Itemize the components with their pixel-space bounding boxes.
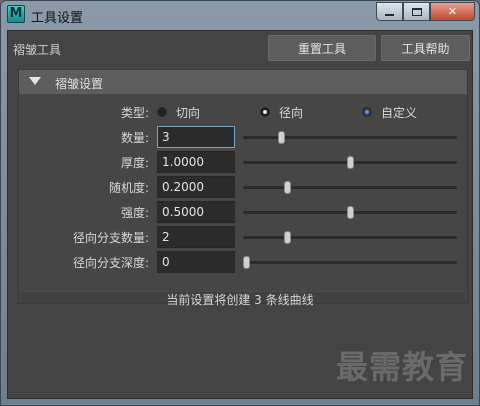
minimize-button[interactable] [376, 2, 403, 21]
window-title: 工具设置 [31, 11, 84, 26]
param-label: 径向分支数量: [72, 231, 149, 245]
param-label: 径向分支深度: [72, 256, 149, 270]
type-row: 类型: 切向 径向 自定义 [19, 100, 467, 124]
radial-branch-count-field[interactable]: 2 [157, 226, 235, 248]
param-row-randomness: 随机度: 0.2000 [19, 175, 467, 199]
radio-label: 切向 [176, 105, 201, 120]
param-row-radial-branch-count: 径向分支数量: 2 [19, 225, 467, 249]
param-label: 厚度: [120, 156, 149, 170]
thickness-slider-handle[interactable] [346, 156, 354, 169]
maximize-icon [411, 7, 422, 16]
radial-branch-depth-slider-track[interactable] [243, 261, 457, 264]
minimize-icon [385, 14, 394, 16]
close-button[interactable]: ✕ [430, 2, 475, 21]
randomness-slider-handle[interactable] [284, 181, 292, 194]
reset-tool-button[interactable]: 重置工具 [268, 35, 376, 61]
radio-label: 径向 [279, 105, 304, 120]
radio-icon [362, 107, 372, 117]
radio-radial[interactable]: 径向 [260, 103, 303, 121]
intensity-field[interactable]: 0.5000 [157, 201, 235, 223]
status-text: 当前设置将创建 3 条线曲线 [166, 293, 314, 307]
param-row-radial-branch-depth: 径向分支深度: 0 [19, 250, 467, 274]
radial-branch-count-slider-track[interactable] [243, 236, 457, 239]
tool-settings-window: M 工具设置 ✕ 褶皱工具 重置工具 工具帮助 褶皱设置 类型: 切向 径向 自… [0, 0, 480, 406]
param-label: 强度: [120, 206, 149, 220]
radial-branch-depth-field[interactable]: 0 [157, 251, 235, 273]
radio-tangent[interactable]: 切向 [157, 103, 200, 121]
type-label: 类型: [120, 106, 149, 120]
radial-branch-depth-slider-handle[interactable] [243, 256, 250, 269]
maximize-button[interactable] [403, 2, 430, 21]
param-row-intensity: 强度: 0.5000 [19, 200, 467, 224]
radio-icon [157, 107, 167, 117]
param-label: 随机度: [108, 181, 149, 195]
watermark-text: 最需教育 [335, 348, 468, 386]
maya-app-icon: M [7, 5, 25, 23]
radio-selected-icon [260, 107, 270, 117]
param-row-count: 数量: 3 [19, 125, 467, 149]
count-slider-track[interactable] [243, 136, 457, 139]
randomness-field[interactable]: 0.2000 [157, 176, 235, 198]
wrinkle-settings-frame: 褶皱设置 类型: 切向 径向 自定义 数量: 3 厚度: 1.0000 随机度:… [18, 69, 468, 304]
close-icon: ✕ [447, 5, 458, 18]
thickness-field[interactable]: 1.0000 [157, 151, 235, 173]
radio-custom[interactable]: 自定义 [362, 103, 417, 121]
tool-name-label: 褶皱工具 [13, 43, 62, 57]
radio-label: 自定义 [381, 105, 418, 120]
title-bar[interactable]: M 工具设置 ✕ [1, 1, 479, 29]
radial-branch-count-slider-handle[interactable] [284, 231, 292, 244]
collapse-triangle-icon[interactable] [29, 77, 41, 85]
tool-help-button[interactable]: 工具帮助 [381, 35, 470, 61]
intensity-slider-handle[interactable] [346, 206, 354, 219]
param-row-thickness: 厚度: 1.0000 [19, 150, 467, 174]
count-slider-handle[interactable] [278, 131, 286, 144]
count-field[interactable]: 3 [157, 126, 235, 148]
randomness-slider-track[interactable] [243, 186, 457, 189]
window-content: 褶皱工具 重置工具 工具帮助 褶皱设置 类型: 切向 径向 自定义 数量: 3 … [7, 30, 473, 399]
section-header[interactable]: 褶皱设置 [19, 70, 467, 94]
param-label: 数量: [120, 131, 149, 145]
section-title: 褶皱设置 [55, 77, 104, 91]
